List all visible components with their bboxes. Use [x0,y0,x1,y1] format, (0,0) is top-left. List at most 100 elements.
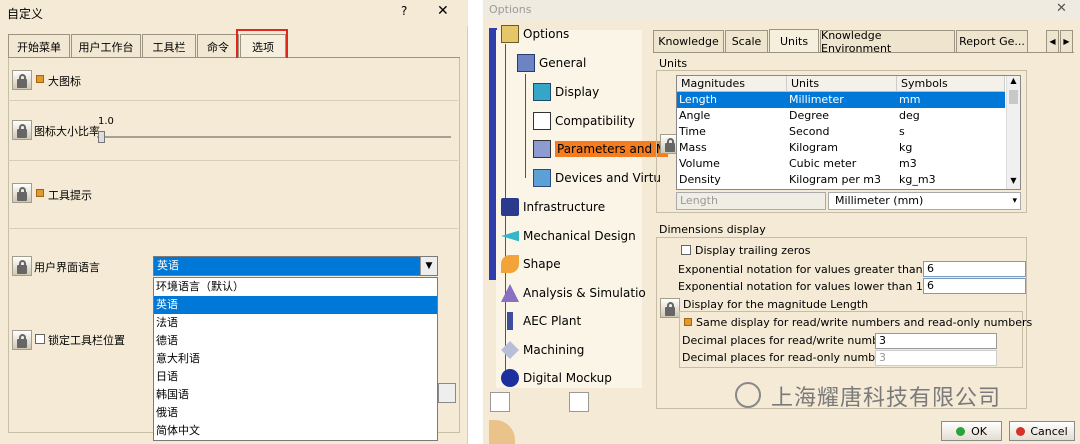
digital-mockup-icon [501,369,519,387]
tree-tools-icon[interactable] [569,392,589,412]
language-option[interactable]: 英语 [154,296,437,314]
language-option[interactable]: 简体中文 [154,422,437,440]
language-option[interactable]: 意大利语 [154,350,437,368]
language-select[interactable]: 英语 ▼ [153,256,438,276]
lock-icon[interactable] [12,330,32,350]
slider-thumb[interactable] [98,131,105,143]
exp-lower-input[interactable]: 6 [923,278,1026,294]
options-icon [501,25,519,43]
table-row[interactable]: Mass Kilogram kg [677,140,1005,156]
tab-units[interactable]: Units [769,29,819,52]
table-row[interactable]: Volume Cubic meter m3 [677,156,1005,172]
lock-icon[interactable] [12,256,32,276]
lock-icon[interactable] [12,120,32,140]
tree-label: AEC Plant [523,314,582,328]
tree-node-mechanical-design[interactable]: Mechanical Design [501,227,636,245]
tab-report-generation[interactable]: Report Ge... [956,30,1028,52]
infrastructure-icon [501,198,519,216]
cancel-label: Cancel [1030,424,1068,438]
tooltips-checkbox[interactable] [36,189,44,197]
tab-user-workbench[interactable]: 用户工作台 [71,34,141,58]
close-button[interactable]: ✕ [1056,1,1067,16]
analysis-icon [501,284,519,302]
tab-knowledge[interactable]: Knowledge [653,30,724,52]
scroll-thumb[interactable] [1009,90,1018,104]
language-option[interactable]: 法语 [154,314,437,332]
table-header[interactable]: Symbols [897,76,1005,92]
cell-symbol: m3 [899,157,917,170]
chevron-down-icon[interactable]: ▼ [1007,176,1020,189]
aec-plant-icon [507,312,513,330]
tree-options-icon[interactable] [490,392,510,412]
close-button[interactable]: ✕ [437,3,449,19]
tree-label: Display [555,85,600,99]
cell-unit: Kilogram per m3 [789,173,881,186]
cell-symbol: s [899,125,905,138]
language-option[interactable]: 韩国语 [154,386,437,404]
trailing-zeros-checkbox[interactable] [681,245,691,255]
tree-label: Infrastructure [523,200,606,214]
table-row[interactable]: Length Millimeter mm [677,92,1005,108]
cancel-button[interactable]: Cancel [1009,421,1075,441]
tree-node-compatibility[interactable]: Compatibility [533,112,635,130]
large-icons-checkbox[interactable] [36,75,44,83]
ok-button[interactable]: OK [941,421,1002,441]
lock-toolbar-checkbox[interactable] [35,334,45,344]
close-dialog-button[interactable] [438,383,456,403]
language-option[interactable]: 日语 [154,368,437,386]
decimal-rw-input[interactable]: 3 [875,333,997,349]
cell-magnitude: Density [679,173,721,186]
scroll-left-icon[interactable]: ◀ [1046,30,1059,52]
tree-node-parameters[interactable]: Parameters and M [533,140,669,158]
language-option[interactable]: 德语 [154,332,437,350]
tree-node-general[interactable]: General [517,54,586,72]
compass-icon [489,420,515,444]
tab-scale[interactable]: Scale [725,30,768,52]
exp-greater-input[interactable]: 6 [923,261,1026,277]
language-option[interactable]: 俄语 [154,404,437,422]
lock-icon[interactable] [12,70,32,90]
tab-divider [653,52,1074,53]
table-scrollbar[interactable]: ▲ ▼ [1006,76,1020,189]
units-table: Magnitudes Units Symbols Length Millimet… [676,75,1021,190]
tree-node-infrastructure[interactable]: Infrastructure [501,198,605,216]
lock-icon[interactable] [12,183,32,203]
tab-toolbars[interactable]: 工具栏 [142,34,196,58]
tree-node-display[interactable]: Display [533,83,599,101]
tab-commands[interactable]: 命令 [197,34,239,58]
tab-start-menu[interactable]: 开始菜单 [8,34,70,58]
table-row[interactable]: Density Kilogram per m3 kg_m3 [677,172,1005,188]
tree-node-options[interactable]: Options [501,25,569,43]
unit-select[interactable]: Millimeter (mm) ▾ [828,192,1021,210]
tree-label: Shape [523,257,561,271]
tree-node-aec-plant[interactable]: AEC Plant [501,312,581,330]
tree-node-analysis[interactable]: Analysis & Simulatio [501,284,646,302]
tree-node-digital-mockup[interactable]: Digital Mockup [501,369,612,387]
table-header[interactable]: Units [787,76,897,92]
table-row[interactable]: Time Second s [677,124,1005,140]
table-row[interactable]: Angle Degree deg [677,108,1005,124]
tree-node-machining[interactable]: Machining [501,341,584,359]
table-header[interactable]: Magnitudes [677,76,787,92]
cancel-icon [1016,426,1026,436]
cell-unit: Kilogram [789,141,839,154]
tree-node-shape[interactable]: Shape [501,255,561,273]
tree-label: Parameters and M [555,141,669,157]
lock-icon[interactable] [660,298,680,318]
divider [8,228,458,229]
machining-icon [501,341,519,359]
chevron-up-icon[interactable]: ▲ [1007,76,1020,89]
same-display-label: Same display for read/write numbers and … [696,316,1033,329]
scroll-right-icon[interactable]: ▶ [1060,30,1073,52]
same-display-checkbox[interactable] [684,318,692,326]
tree-node-devices[interactable]: Devices and Virtu [533,169,661,187]
help-button[interactable]: ? [401,4,407,18]
dialog-title: Options [489,3,532,16]
tab-knowledge-environment[interactable]: Knowledge Environment [820,29,955,55]
language-option[interactable]: 环境语言（默认） [154,278,437,296]
language-dropdown-list: 环境语言（默认） 英语 法语 德语 意大利语 日语 韩国语 俄语 简体中文 [153,277,438,441]
general-icon [517,54,535,72]
icon-ratio-label: 图标大小比率 [34,125,100,138]
chevron-down-icon[interactable]: ▼ [420,257,437,275]
chevron-down-icon[interactable]: ▾ [1012,193,1017,209]
